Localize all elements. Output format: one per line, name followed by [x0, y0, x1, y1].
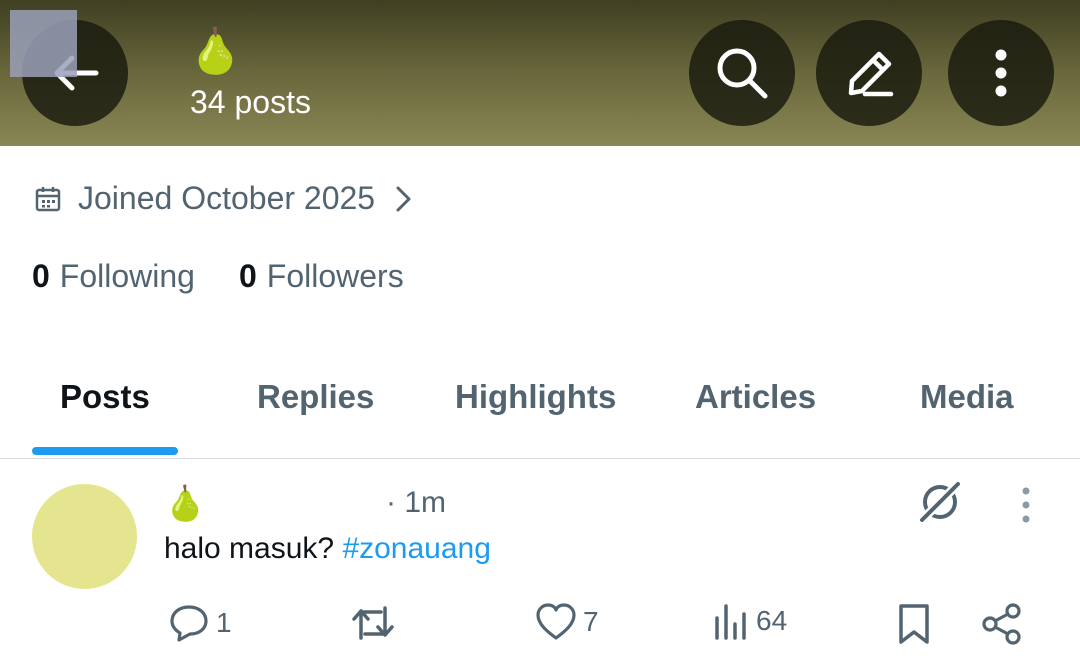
heart-icon [536, 603, 576, 640]
chevron-right-icon [396, 186, 411, 211]
hashtag-link[interactable]: #zonauang [342, 532, 490, 565]
analytics-icon [715, 604, 746, 640]
tab-replies[interactable]: Replies [257, 378, 374, 416]
tab-media[interactable]: Media [920, 378, 1014, 416]
tab-highlights[interactable]: Highlights [455, 378, 616, 416]
post-author-name[interactable]: 🍐 [164, 482, 206, 526]
pencil-icon [848, 51, 894, 97]
post-text: halo masuk? #zonauang [164, 532, 491, 566]
view-count: 64 [756, 605, 788, 636]
views-button[interactable]: 64 [712, 602, 787, 640]
active-tab-indicator [32, 447, 178, 455]
calendar-icon [35, 186, 61, 211]
following-link[interactable]: 0 Following [32, 258, 195, 295]
reply-count: 1 [216, 607, 232, 638]
follow-stats: 0 Following 0 Followers [32, 258, 404, 295]
reply-button[interactable]: 1 [168, 602, 232, 644]
post-timestamp[interactable]: · 1m [386, 486, 446, 520]
search-icon [717, 48, 768, 99]
following-count: 0 [32, 258, 50, 294]
more-options-button[interactable] [948, 20, 1054, 126]
bookmark-icon [899, 604, 929, 644]
repost-button[interactable] [349, 602, 397, 644]
repost-icon [352, 606, 394, 640]
profile-name-emoji: 🍐 [188, 27, 243, 76]
like-button[interactable]: 7 [535, 602, 599, 642]
search-button[interactable] [689, 20, 795, 126]
more-vertical-icon [995, 49, 1007, 97]
edit-profile-button[interactable] [816, 20, 922, 126]
post-more-icon[interactable] [1018, 486, 1034, 526]
like-count: 7 [583, 606, 599, 637]
post-count: 34 posts [190, 84, 311, 120]
grok-icon[interactable] [916, 478, 964, 526]
joined-date: Joined October 2025 [78, 180, 376, 216]
share-button[interactable] [980, 602, 1024, 646]
bookmark-button[interactable] [896, 602, 932, 646]
tab-posts[interactable]: Posts [60, 378, 150, 416]
reply-icon [170, 605, 208, 642]
post-author-avatar[interactable] [32, 484, 137, 589]
post-body: halo masuk? [164, 532, 343, 565]
tab-articles[interactable]: Articles [695, 378, 816, 416]
account-avatar-thumbnail[interactable] [10, 10, 77, 77]
joined-date-row[interactable]: Joined October 2025 [34, 180, 413, 217]
following-label: Following [59, 258, 195, 294]
share-icon [982, 603, 1021, 645]
profile-tabs: Posts Replies Highlights Articles Media [0, 360, 1080, 459]
followers-label: Followers [266, 258, 404, 294]
followers-count: 0 [238, 258, 257, 294]
followers-link[interactable]: 0 Followers [239, 258, 404, 295]
profile-banner: 🍐 34 posts [0, 0, 1080, 146]
